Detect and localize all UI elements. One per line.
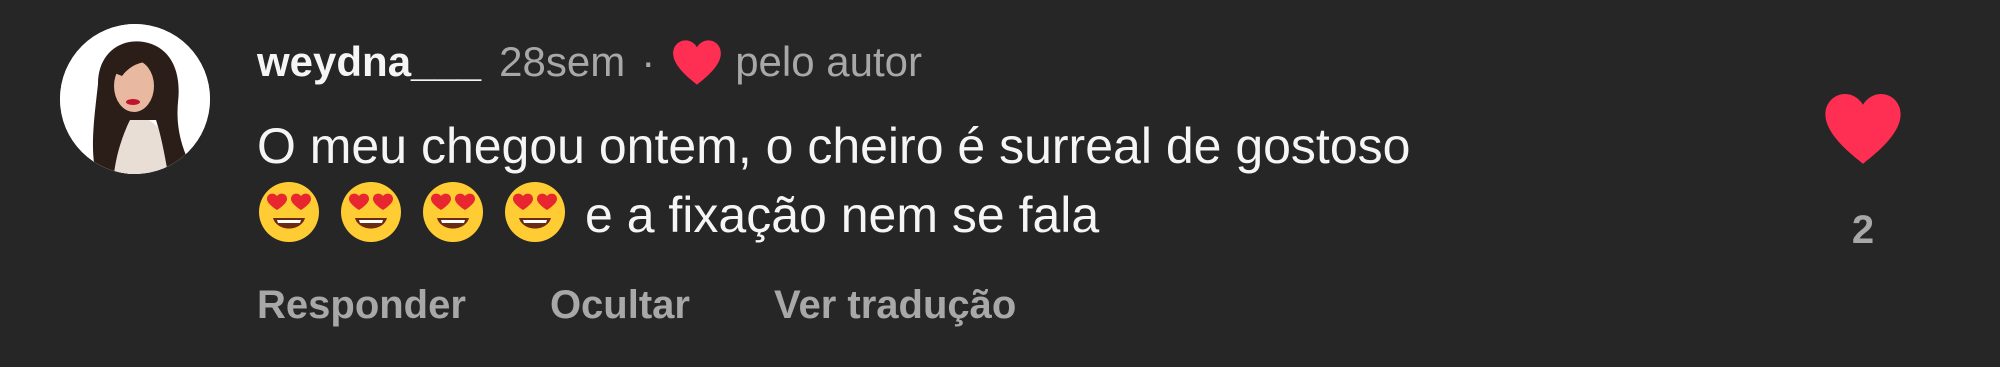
comment-header: weydna___ 28sem · pelo autor: [257, 36, 922, 88]
heart-eyes-emoji-icon: [503, 180, 567, 244]
heart-eyes-emoji-icon: [257, 180, 321, 244]
like-count: 2: [1851, 208, 1875, 252]
comment-text: O meu chegou ontem, o cheiro é surreal d…: [257, 112, 1717, 249]
username-link[interactable]: weydna___: [257, 38, 481, 86]
avatar-photo: [60, 24, 210, 174]
reply-button[interactable]: Responder: [257, 283, 466, 328]
like-heart-icon[interactable]: [1820, 88, 1906, 168]
heart-eyes-emoji-icon: [421, 180, 485, 244]
comment-time: 28sem: [499, 38, 626, 85]
author-liked-heart-icon: [669, 37, 725, 87]
separator-dot: ·: [641, 38, 656, 85]
hide-button[interactable]: Ocultar: [550, 283, 690, 328]
comment-text-line1: O meu chegou ontem, o cheiro é surreal d…: [257, 118, 1411, 174]
see-translation-button[interactable]: Ver tradução: [774, 283, 1016, 328]
heart-eyes-emoji-icon: [339, 180, 403, 244]
liked-by-author-label: pelo autor: [735, 38, 923, 85]
comment-actions: Responder Ocultar Ver tradução: [257, 283, 1100, 328]
comment-text-line2: e a fixação nem se fala: [585, 187, 1100, 243]
avatar[interactable]: [60, 24, 210, 174]
comment-row: weydna___ 28sem · pelo autor O meu chego…: [0, 0, 2000, 367]
